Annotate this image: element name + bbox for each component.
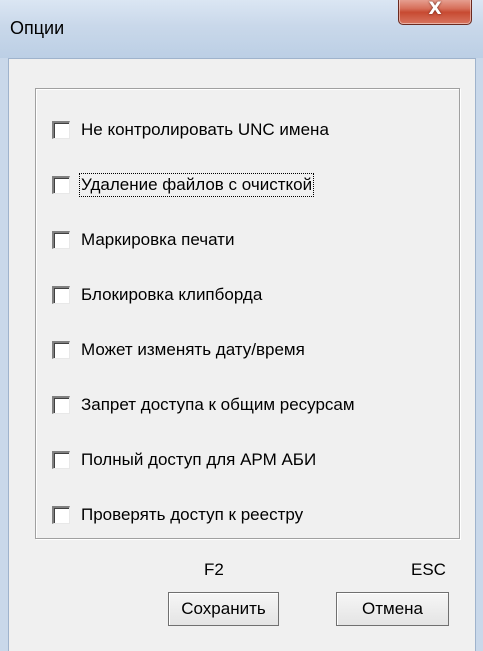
option-label: Запрет доступа к общим ресурсам	[81, 395, 355, 414]
option-deny-shared-resources[interactable]: Запрет доступа к общим ресурсам	[52, 394, 355, 416]
option-label: Блокировка клипборда	[81, 285, 263, 304]
option-secure-delete[interactable]: Удаление файлов с очисткой	[52, 173, 315, 197]
option-full-access-arm-abi[interactable]: Полный доступ для АРМ АБИ	[52, 449, 316, 471]
window-frame-right	[475, 58, 483, 651]
option-no-unc-control[interactable]: Не контролировать UNC имена	[52, 119, 329, 141]
option-change-datetime[interactable]: Может изменять дату/время	[52, 339, 305, 361]
title-bar: Опции X	[0, 0, 483, 59]
save-hotkey-label: F2	[204, 560, 224, 579]
checkbox[interactable]	[52, 506, 70, 524]
save-button[interactable]: Сохранить	[168, 592, 279, 626]
window-frame-left	[0, 58, 9, 651]
checkbox[interactable]	[52, 396, 70, 414]
option-check-registry-access[interactable]: Проверять доступ к реестру	[52, 504, 303, 526]
option-label: Не контролировать UNC имена	[81, 120, 329, 139]
option-print-marking[interactable]: Маркировка печати	[52, 229, 234, 251]
checkbox[interactable]	[52, 121, 70, 139]
checkbox[interactable]	[52, 341, 70, 359]
close-icon: X	[428, 0, 442, 19]
cancel-hotkey-label: ESC	[411, 560, 446, 579]
option-clipboard-lock[interactable]: Блокировка клипборда	[52, 284, 262, 306]
option-label: Маркировка печати	[81, 230, 235, 249]
cancel-button[interactable]: Отмена	[336, 592, 449, 626]
option-label: Проверять доступ к реестру	[81, 505, 304, 524]
close-button[interactable]: X	[398, 0, 472, 25]
checkbox[interactable]	[52, 176, 70, 194]
option-label: Удаление файлов с очисткой	[78, 173, 315, 197]
window-title: Опции	[10, 18, 65, 38]
options-group-box	[35, 88, 460, 539]
checkbox[interactable]	[52, 451, 70, 469]
checkbox[interactable]	[52, 231, 70, 249]
option-label: Может изменять дату/время	[81, 340, 305, 359]
option-label: Полный доступ для АРМ АБИ	[81, 450, 317, 469]
checkbox[interactable]	[52, 286, 70, 304]
